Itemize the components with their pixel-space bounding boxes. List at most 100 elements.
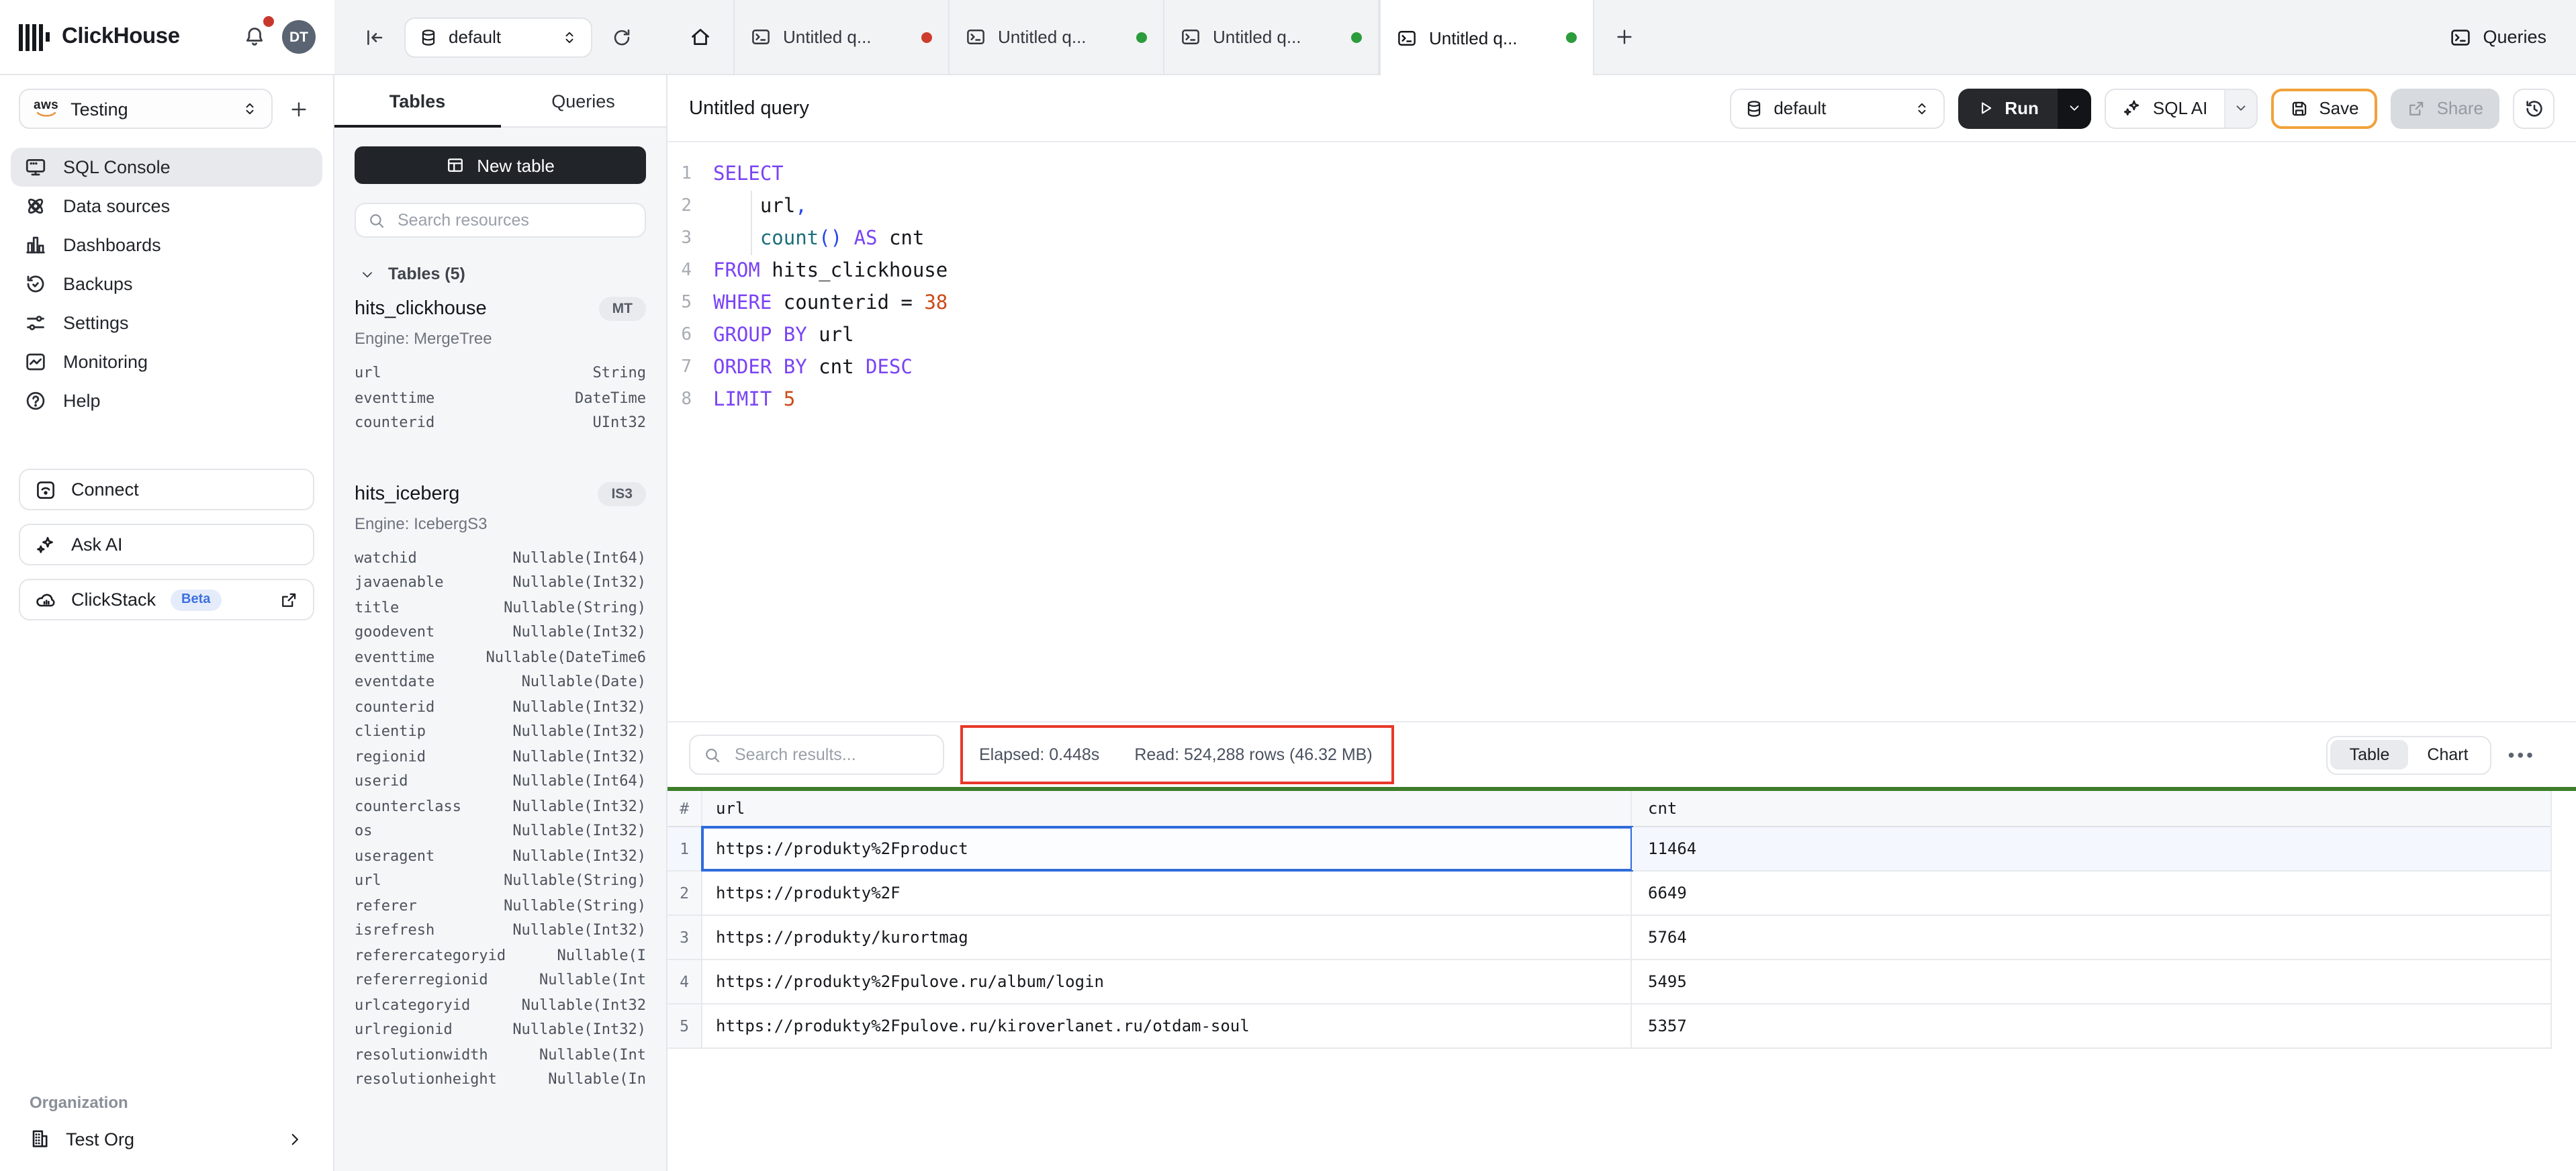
row-cnt-cell[interactable]: 6649 <box>1632 872 2550 915</box>
resource-search-input[interactable] <box>395 209 633 231</box>
connect-button[interactable]: Connect <box>19 469 314 510</box>
row-url-cell[interactable]: https://produkty%2F <box>702 872 1632 915</box>
home-button[interactable] <box>668 0 735 74</box>
panel-tab-queries[interactable]: Queries <box>500 75 666 126</box>
view-toggle-chart[interactable]: Chart <box>2408 740 2487 769</box>
sql-ai-button[interactable]: SQL AI <box>2105 88 2257 128</box>
result-row[interactable]: 3https://produkty/kurortmag5764 <box>668 916 2550 960</box>
workspace-selector[interactable]: aws Testing <box>19 89 273 129</box>
tables-group-header[interactable]: Tables (5) <box>360 265 646 283</box>
code-line: 7ORDER BY cnt DESC <box>668 352 2576 384</box>
tab-status-dot <box>921 32 932 42</box>
row-cnt-cell[interactable]: 11464 <box>1632 827 2550 870</box>
row-url-cell[interactable]: https://produkty%2Fproduct <box>702 827 1632 870</box>
sidebar-item-data-sources[interactable]: Data sources <box>11 187 322 226</box>
database-selector[interactable]: default <box>404 17 592 57</box>
resources-panel: Tables Queries New table Tables (5) hits… <box>334 75 668 1171</box>
help-icon <box>24 389 47 412</box>
result-row[interactable]: 5https://produkty%2Fpulove.ru/kiroverlan… <box>668 1004 2550 1049</box>
run-options-caret[interactable] <box>2058 88 2091 128</box>
column-row: urlregionidNullable(Int32) <box>355 1018 646 1043</box>
organization-name: Test Org <box>66 1129 134 1149</box>
terminal-icon <box>2449 26 2471 48</box>
query-tab-label: Untitled q... <box>1213 27 1339 47</box>
clickhouse-logo-icon <box>19 24 50 50</box>
share-button[interactable]: Share <box>2391 88 2499 128</box>
result-row[interactable]: 2https://produkty%2F6649 <box>668 872 2550 916</box>
result-row[interactable]: 4https://produkty%2Fpulove.ru/album/logi… <box>668 960 2550 1004</box>
row-url-cell[interactable]: https://produkty%2Fpulove.ru/kiroverlane… <box>702 1004 1632 1047</box>
run-button[interactable]: Run <box>1958 88 2091 128</box>
view-toggle-table[interactable]: Table <box>2331 740 2409 769</box>
row-url-cell[interactable]: https://produkty%2Fpulove.ru/album/login <box>702 960 1632 1003</box>
query-title[interactable]: Untitled query <box>689 97 1716 119</box>
column-row: refererNullable(String) <box>355 894 646 919</box>
query-tab[interactable]: Untitled q... <box>950 0 1164 74</box>
ask-ai-button[interactable]: Ask AI <box>19 524 314 565</box>
line-number: 3 <box>668 223 713 255</box>
view-toggle: Table Chart <box>2326 735 2492 774</box>
row-cnt-cell[interactable]: 5357 <box>1632 1004 2550 1047</box>
results-toolbar: Elapsed: 0.448s Read: 524,288 rows (46.3… <box>668 722 2576 787</box>
sql-editor[interactable]: 1SELECT2 url,3 count() AS cnt4FROM hits_… <box>668 142 2576 721</box>
monitoring-icon <box>24 350 47 373</box>
row-cnt-cell[interactable]: 5495 <box>1632 960 2550 1003</box>
sidebar-item-settings[interactable]: Settings <box>11 303 322 342</box>
sql-ai-caret[interactable] <box>2223 89 2256 127</box>
sidebar-item-sql-console[interactable]: SQL Console <box>11 148 322 187</box>
settings-icon <box>24 312 47 334</box>
add-service-button[interactable] <box>283 93 314 124</box>
dashboards-icon <box>24 234 47 256</box>
notifications-bell-icon[interactable] <box>238 20 271 54</box>
brand-name: ClickHouse <box>62 24 180 50</box>
collapse-panel-icon[interactable] <box>359 21 391 53</box>
terminal-icon <box>1181 27 1201 47</box>
table-name[interactable]: hits_clickhouse <box>355 298 599 320</box>
row-url-cell[interactable]: https://produkty/kurortmag <box>702 916 1632 959</box>
col-header-cnt[interactable]: cnt <box>1632 791 2550 826</box>
results-search <box>689 735 944 775</box>
table-item[interactable]: hits_clickhouseMTEngine: MergeTreeurlStr… <box>355 297 646 436</box>
clickstack-button[interactable]: ClickStack Beta <box>19 579 314 620</box>
row-cnt-cell[interactable]: 5764 <box>1632 916 2550 959</box>
queries-button[interactable]: Queries <box>2420 0 2576 74</box>
clickhouse-logo[interactable]: ClickHouse <box>19 24 180 50</box>
query-database-selector[interactable]: default <box>1729 88 1944 128</box>
chevron-down-icon <box>2233 101 2248 115</box>
sidebar: aws Testing SQL ConsoleData sourcesDashb… <box>0 75 334 1171</box>
save-button[interactable]: Save <box>2270 88 2377 128</box>
sidebar-item-dashboards[interactable]: Dashboards <box>11 226 322 265</box>
new-tab-button[interactable] <box>1594 0 1653 74</box>
tables-group-label: Tables (5) <box>388 265 465 283</box>
panel-tab-tables[interactable]: Tables <box>334 75 500 126</box>
results-search-input[interactable] <box>732 744 929 765</box>
brand-area: ClickHouse DT <box>0 0 334 74</box>
user-avatar[interactable]: DT <box>282 20 316 54</box>
play-icon <box>1976 99 1994 117</box>
table-name[interactable]: hits_iceberg <box>355 483 598 504</box>
query-tab[interactable]: Untitled q... <box>735 0 950 74</box>
query-tab[interactable]: Untitled q... <box>1379 0 1594 75</box>
col-header-index[interactable]: # <box>668 791 702 826</box>
column-row: urlNullable(String) <box>355 869 646 894</box>
cloud-icon <box>35 589 56 610</box>
sidebar-item-label: Settings <box>63 313 129 333</box>
results-more-menu[interactable]: ••• <box>2508 744 2536 765</box>
sidebar-item-backups[interactable]: Backups <box>11 265 322 303</box>
col-header-url[interactable]: url <box>702 791 1632 826</box>
sidebar-item-help[interactable]: Help <box>11 381 322 420</box>
table-columns: urlStringeventtimeDateTimecounteridUInt3… <box>355 361 646 436</box>
organization-row[interactable]: Test Org <box>0 1128 333 1150</box>
result-row[interactable]: 1https://produkty%2Fproduct11464 <box>668 827 2550 872</box>
table-engine: Engine: MergeTree <box>355 329 646 348</box>
refresh-icon[interactable] <box>606 21 638 53</box>
sidebar-item-monitoring[interactable]: Monitoring <box>11 342 322 381</box>
query-tab[interactable]: Untitled q... <box>1164 0 1379 74</box>
row-index: 1 <box>668 827 702 870</box>
query-history-button[interactable] <box>2513 88 2555 128</box>
table-item[interactable]: hits_icebergIS3Engine: IcebergS3watchidN… <box>355 481 646 1092</box>
database-icon <box>419 28 438 46</box>
line-number: 6 <box>668 320 713 352</box>
new-table-button[interactable]: New table <box>355 146 646 184</box>
code-lines: 1SELECT2 url,3 count() AS cnt4FROM hits_… <box>668 158 2576 416</box>
